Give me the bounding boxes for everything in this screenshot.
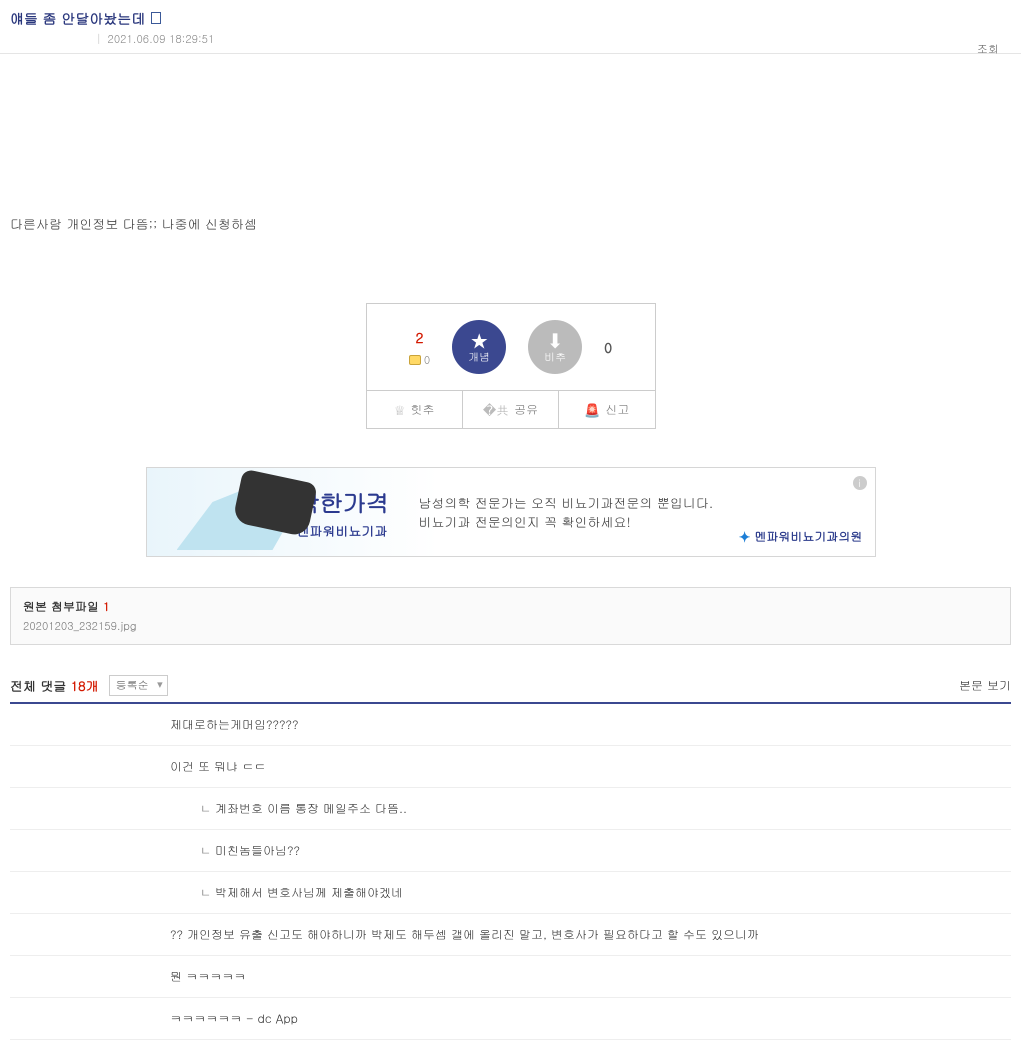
views-label: 조회 <box>977 42 999 57</box>
downvote-button[interactable]: ⬇ 비추 <box>528 320 582 374</box>
comment-item: 뭔 ㅋㅋㅋㅋㅋ <box>10 956 1011 998</box>
comments-count: 18개 <box>71 676 99 695</box>
ad-desc-line2: 비뇨기과 전문의인지 꼭 확인하세요! <box>419 512 714 532</box>
attach-file[interactable]: 20201203_232159.jpg <box>23 619 998 634</box>
comment-text: 계좌번호 이름 통장 메일주소 다뜸.. <box>215 800 407 817</box>
comment-item: ㄴ 계좌번호 이름 통장 메일주소 다뜸.. <box>10 788 1011 830</box>
upvote-count: 2 <box>409 327 430 347</box>
comment-list: 제대로하는게머임????? 이건 또 뭐냐 ㄷㄷㄴ 계좌번호 이름 통장 메일주소 … <box>10 704 1011 1040</box>
post-title: 얘들 좀 안달아놨는데 <box>10 8 145 28</box>
downvote-label: 비추 <box>544 350 566 365</box>
comment-text: 미친놈들아님?? <box>215 842 300 859</box>
attach-count: 1 <box>103 598 110 615</box>
report-button[interactable]: 🚨 신고 <box>559 391 654 428</box>
comment-text: 이건 또 뭐냐 ㄷㄷ <box>170 758 266 775</box>
comment-item: ㄴ 박제해서 변호사님께 제출해야겠네 <box>10 872 1011 914</box>
ad-banner[interactable]: i 착한가격 멘파워비뇨기과 남성의학 전문가는 오직 비뇨기과전문의 뿐입니다… <box>146 467 876 557</box>
comment-text: ㅋㅋㅋㅋㅋㅋ - dc App <box>170 1010 298 1027</box>
body-view-link[interactable]: 본문 보기 <box>959 677 1011 694</box>
comment-item: 제대로하는게머임????? <box>10 704 1011 746</box>
coin-icon <box>409 355 421 365</box>
post-header: 얘들 좀 안달아놨는데 | 2021.06.09 18:29:51 <box>0 0 1021 54</box>
ad-logo-text: 멘파워비뇨기과의원 <box>755 528 863 545</box>
ad-logo-icon: ✦ <box>739 526 751 546</box>
share-icon: �共 <box>483 400 509 419</box>
post-body: 다른사람 개인정보 다뜸;; 나중에 신청하셈 <box>0 54 1021 263</box>
reply-indent-icon: ㄴ <box>200 845 211 859</box>
siren-icon: 🚨 <box>584 400 600 419</box>
reply-indent-icon: ㄴ <box>200 803 211 817</box>
post-timestamp: 2021.06.09 18:29:51 <box>108 32 215 47</box>
upvote-button[interactable]: ★ 개념 <box>452 320 506 374</box>
report-label: 신고 <box>605 401 629 418</box>
mobile-icon <box>151 12 161 24</box>
comments-label: 전체 댓글 <box>10 676 66 695</box>
vote-panel: 2 0 ★ 개념 ⬇ 비추 0 ♕ 힛추 �共 공유 🚨 신고 <box>366 303 656 429</box>
comment-text: 제대로하는게머임????? <box>170 716 299 733</box>
comment-item: ㄴ 미친놈들아님?? <box>10 830 1011 872</box>
share-button[interactable]: �共 공유 <box>463 391 559 428</box>
ad-graphic <box>177 476 277 550</box>
comments-header: 전체 댓글 18개 등록순 본문 보기 <box>10 675 1011 704</box>
comment-text: 뭔 ㅋㅋㅋㅋㅋ <box>170 968 246 985</box>
upvote-label: 개념 <box>468 350 490 365</box>
sort-select[interactable]: 등록순 <box>109 675 168 696</box>
reply-indent-icon: ㄴ <box>200 887 211 901</box>
arrow-down-icon: ⬇ <box>547 330 564 350</box>
comment-text: ?? 개인정보 유출 신고도 해야하니까 박제도 해두셈 갤에 올리진 말고, … <box>170 926 759 943</box>
ad-subline: 멘파워비뇨기과 <box>297 521 389 540</box>
attachment-box: 원본 첨부파일 1 20201203_232159.jpg <box>10 587 1011 645</box>
ad-info-icon[interactable]: i <box>853 476 867 490</box>
share-label: 공유 <box>514 401 538 418</box>
post-meta: | 2021.06.09 18:29:51 <box>10 32 1011 47</box>
ad-description: 남성의학 전문가는 오직 비뇨기과전문의 뿐입니다. 비뇨기과 전문의인지 꼭 … <box>419 493 714 532</box>
ad-logo: ✦ 멘파워비뇨기과의원 <box>739 526 863 546</box>
downvote-count: 0 <box>604 337 612 357</box>
hit-button[interactable]: ♕ 힛추 <box>367 391 463 428</box>
coin-count: 0 <box>424 353 430 368</box>
star-icon: ★ <box>469 330 489 350</box>
comment-item: ㅋㅋㅋㅋㅋㅋ - dc App <box>10 998 1011 1040</box>
attach-label: 원본 첨부파일 <box>23 598 99 615</box>
crown-icon: ♕ <box>394 400 406 419</box>
comment-item: ?? 개인정보 유출 신고도 해야하니까 박제도 해두셈 갤에 올리진 말고, … <box>10 914 1011 956</box>
ad-desc-line1: 남성의학 전문가는 오직 비뇨기과전문의 뿐입니다. <box>419 493 714 513</box>
comment-item: 이건 또 뭐냐 ㄷㄷ <box>10 746 1011 788</box>
hit-label: 힛추 <box>410 401 434 418</box>
comment-text: 박제해서 변호사님께 제출해야겠네 <box>215 884 403 901</box>
